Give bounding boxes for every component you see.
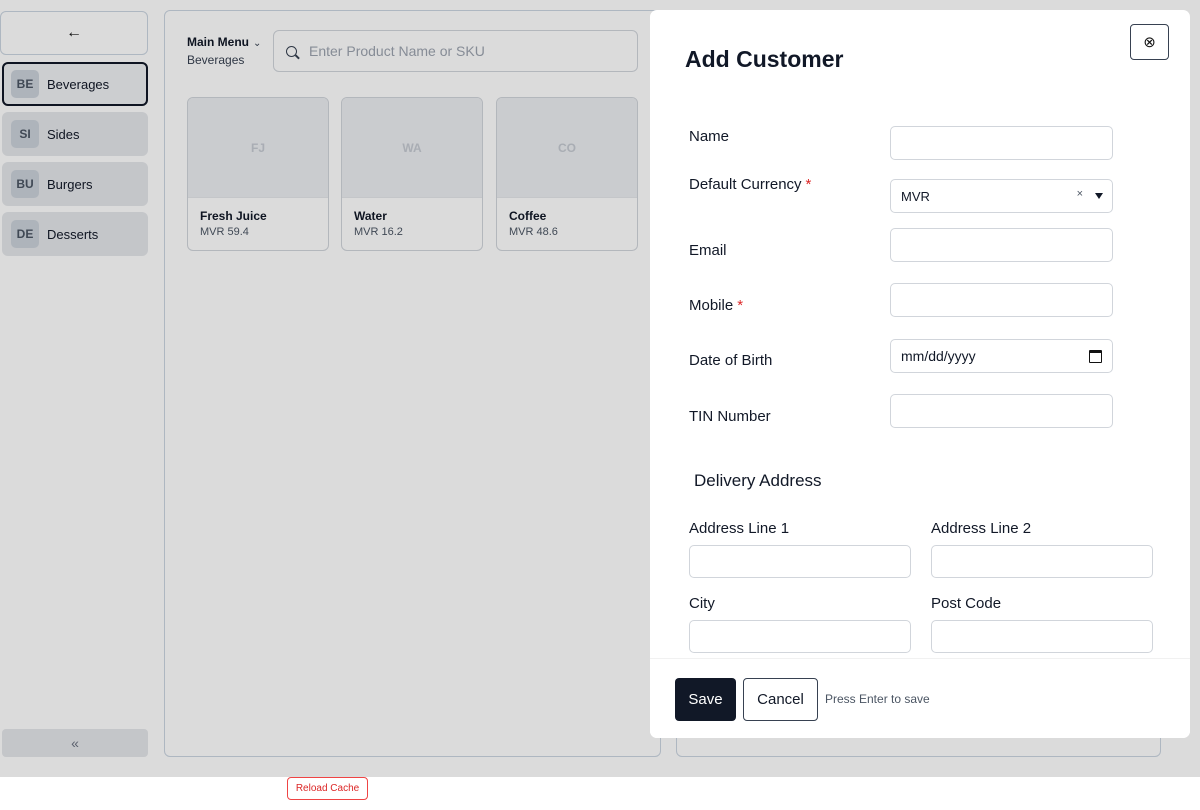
close-circle-icon: ⊗ [1143, 34, 1156, 51]
mobile-field[interactable] [890, 283, 1113, 317]
currency-value: MVR [901, 188, 930, 204]
tin-label: TIN Number [689, 408, 771, 425]
post-code-label: Post Code [931, 595, 1002, 612]
modal-footer: Save Cancel Press Enter to save [650, 658, 1190, 738]
name-label: Name [689, 128, 730, 145]
post-code-field[interactable] [931, 620, 1153, 653]
dob-placeholder: mm/dd/yyyy [901, 348, 976, 364]
required-asterisk: * [805, 176, 812, 193]
cancel-button[interactable]: Cancel [743, 678, 818, 721]
reload-cache-button[interactable]: Reload Cache [287, 777, 368, 800]
address-line-1-field[interactable] [689, 545, 911, 578]
close-button[interactable]: ⊗ [1130, 24, 1169, 60]
required-asterisk: * [737, 297, 744, 314]
clear-icon[interactable]: × [1077, 188, 1083, 200]
save-button[interactable]: Save [675, 678, 736, 721]
dropdown-arrow-icon[interactable] [1095, 193, 1103, 199]
add-customer-modal: ⊗ Add Customer Name Default Currency * MV… [650, 10, 1190, 738]
currency-label-text: Default Currency [689, 176, 802, 193]
city-label: City [689, 595, 715, 612]
currency-select[interactable]: MVR × [890, 179, 1113, 213]
name-field[interactable] [890, 126, 1113, 160]
email-label: Email [689, 242, 727, 259]
currency-label: Default Currency * [689, 176, 811, 193]
mobile-label: Mobile * [689, 297, 743, 314]
mobile-label-text: Mobile [689, 297, 734, 314]
calendar-icon[interactable] [1089, 350, 1102, 363]
dob-label: Date of Birth [689, 352, 773, 369]
tin-field[interactable] [890, 394, 1113, 428]
save-hint: Press Enter to save [825, 692, 930, 706]
delivery-address-heading: Delivery Address [694, 471, 822, 490]
email-field[interactable] [890, 228, 1113, 262]
city-field[interactable] [689, 620, 911, 653]
modal-title: Add Customer [685, 46, 844, 72]
address-line-2-field[interactable] [931, 545, 1153, 578]
address-line-1-label: Address Line 1 [689, 520, 790, 537]
address-line-2-label: Address Line 2 [931, 520, 1032, 537]
dob-field[interactable]: mm/dd/yyyy [890, 339, 1113, 373]
